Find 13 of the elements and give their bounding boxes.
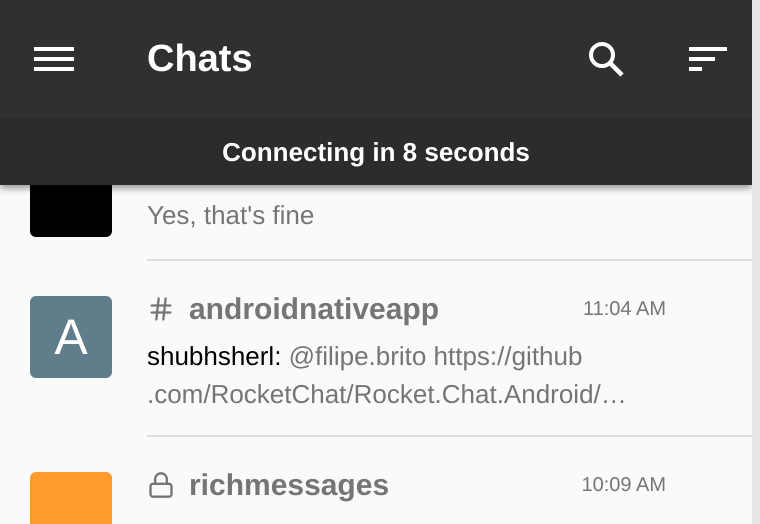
connection-status-text: Connecting in 8 seconds: [222, 136, 530, 168]
lock-icon: [147, 471, 175, 499]
message-time: 10:09 AM: [581, 473, 666, 498]
room-name[interactable]: androidnativeapp: [189, 286, 440, 332]
message-preview: Yes, that's fine: [147, 199, 316, 232]
message-time: 11:04 AM: [582, 297, 666, 322]
sort-icon: [689, 45, 727, 73]
app-bar-title: Chats: [147, 36, 253, 82]
room-name[interactable]: richmessages: [189, 462, 390, 508]
menu-icon: [34, 45, 74, 73]
avatar-letter: A: [54, 312, 88, 362]
search-icon: [587, 40, 625, 78]
message-preview: shubhsherl: @filipe.brito https://github .com/RocketChat/Rocket.Chat.Android/…: [147, 340, 628, 411]
